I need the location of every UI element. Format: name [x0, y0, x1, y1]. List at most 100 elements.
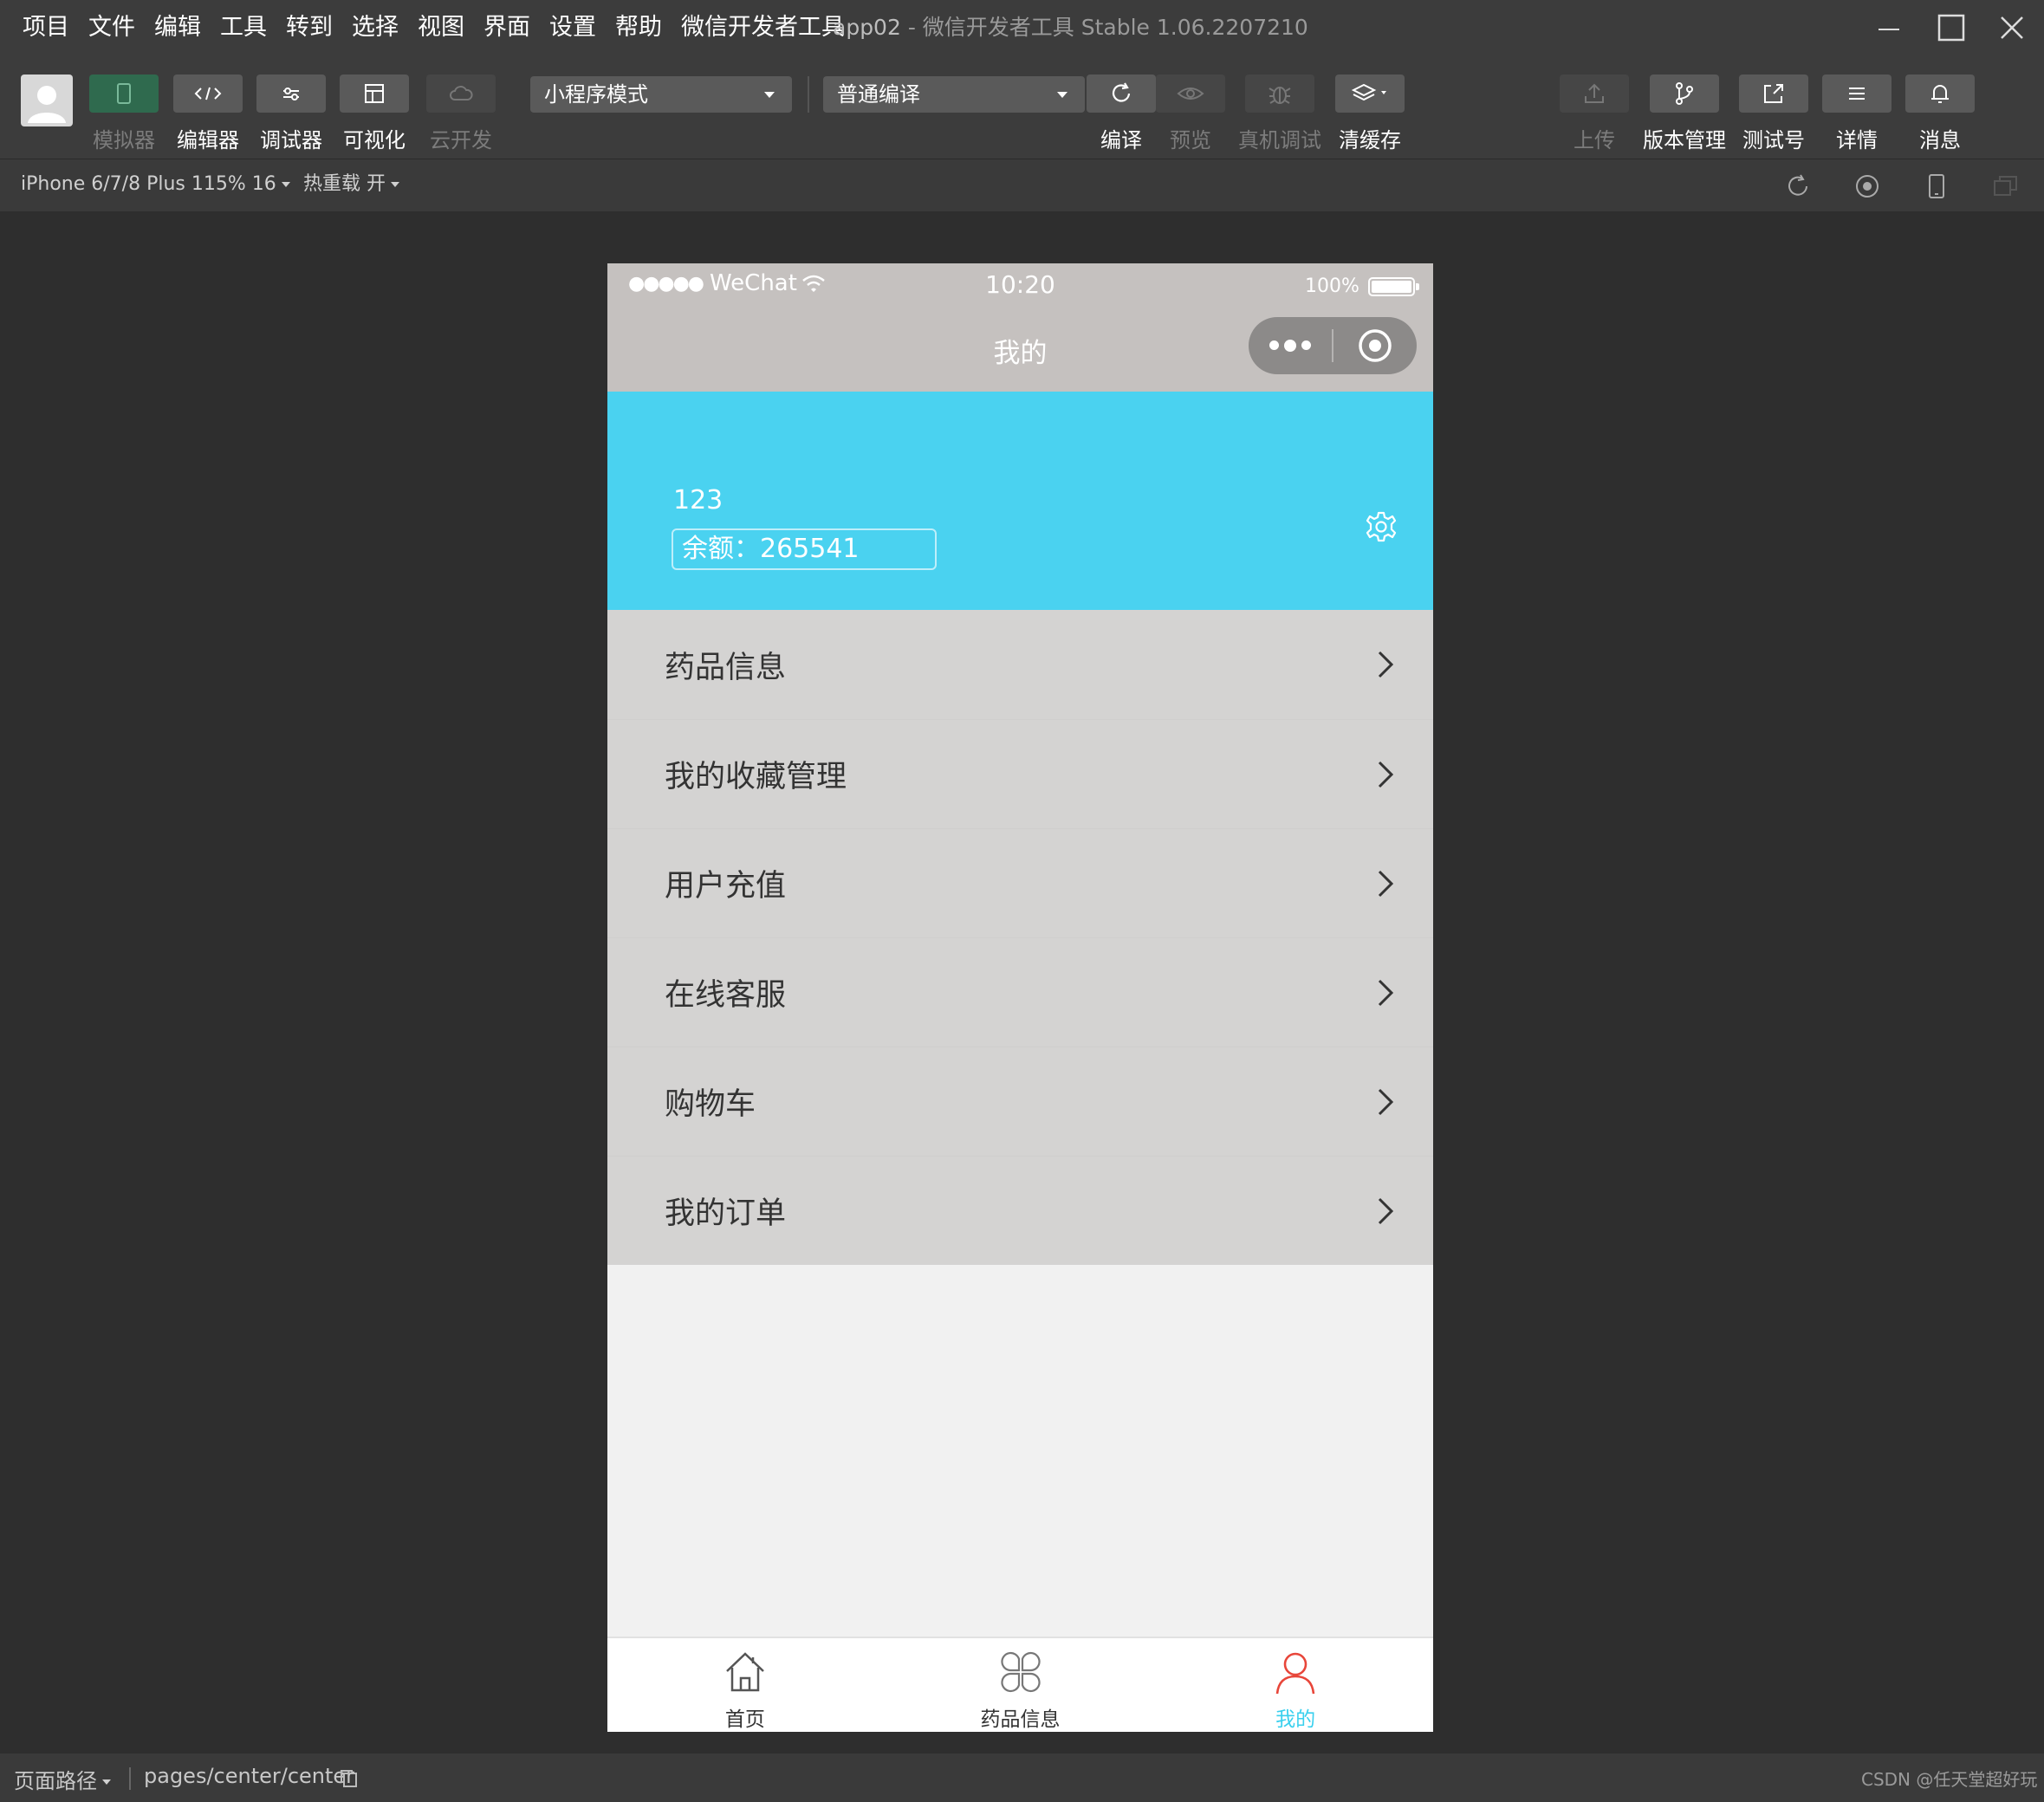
tab-label: 我的 [1275, 1708, 1316, 1731]
chevron-down-icon [764, 92, 775, 98]
capsule-menu [1249, 317, 1417, 374]
title-separator: - [900, 15, 923, 40]
clear-cache-tool[interactable]: 清缓存 [1335, 75, 1405, 153]
maximize-icon[interactable] [1934, 10, 1969, 45]
details-button[interactable] [1822, 75, 1892, 113]
cloud-label: 云开发 [430, 128, 492, 152]
menu-item-cart[interactable]: 购物车 [607, 1047, 1433, 1156]
branch-icon [1676, 82, 1693, 105]
clear-cache-button[interactable] [1335, 75, 1405, 113]
menu-tools[interactable]: 工具 [220, 12, 267, 43]
visual-tool[interactable]: 可视化 [340, 75, 409, 153]
copy-icon[interactable] [338, 1767, 360, 1790]
menu-item-favorites[interactable]: 我的收藏管理 [607, 719, 1433, 828]
messages-label: 消息 [1919, 128, 1961, 152]
code-icon [194, 87, 222, 100]
messages-button[interactable] [1905, 75, 1975, 113]
battery-icon [1368, 277, 1419, 296]
simulator-tool[interactable]: 模拟器 [89, 75, 159, 153]
bell-icon [1931, 85, 1949, 103]
menu-item-label: 我的收藏管理 [665, 760, 847, 794]
detach-window-icon[interactable] [1991, 172, 2021, 201]
version-tool[interactable]: 版本管理 [1643, 75, 1726, 153]
visual-button[interactable] [340, 75, 409, 113]
status-bar: ●●●●● WeChat 10:20 100% [607, 263, 1433, 308]
menu-settings[interactable]: 设置 [549, 12, 596, 43]
menu-edit[interactable]: 编辑 [154, 12, 201, 43]
toolbar: 模拟器 编辑器 调试器 可视化 云开发 小程序模式 普通编译 编译 预览 真机调… [0, 57, 2044, 159]
menu-interface[interactable]: 界面 [483, 12, 530, 43]
external-link-icon [1764, 84, 1783, 103]
menu-bar: 项目 文件 编辑 工具 转到 选择 视图 界面 设置 帮助 微信开发者工具 ap… [0, 0, 2044, 57]
menu-item-customer-service[interactable]: 在线客服 [607, 937, 1433, 1047]
tab-mine[interactable]: 我的 [1158, 1638, 1433, 1732]
details-tool[interactable]: 详情 [1822, 75, 1892, 153]
tab-home[interactable]: 首页 [607, 1638, 883, 1732]
record-icon[interactable] [1853, 172, 1882, 201]
mode-select[interactable]: 小程序模式 [530, 76, 792, 113]
phone-simulator: ●●●●● WeChat 10:20 100% 我的 123 余额：265541 [607, 263, 1433, 1732]
preview-button[interactable] [1156, 75, 1225, 113]
battery-percent: 100% [1305, 275, 1359, 297]
menu-file[interactable]: 文件 [88, 12, 135, 43]
menu-item-orders[interactable]: 我的订单 [607, 1156, 1433, 1265]
chevron-right-icon [1378, 870, 1394, 898]
upload-tool[interactable]: 上传 [1560, 75, 1629, 153]
menu-wechat-devtools[interactable]: 微信开发者工具 [681, 12, 845, 43]
preview-label: 预览 [1170, 128, 1211, 152]
close-miniprogram-icon[interactable] [1333, 327, 1417, 365]
menu-item-drug-info[interactable]: 药品信息 [607, 610, 1433, 719]
cloud-tool[interactable]: 云开发 [426, 75, 496, 153]
user-avatar[interactable] [21, 75, 73, 126]
debugger-button[interactable] [256, 75, 326, 113]
layout-icon [365, 84, 384, 103]
menu-items: 项目 文件 编辑 工具 转到 选择 视图 界面 设置 帮助 微信开发者工具 [23, 12, 864, 43]
tab-drug-info[interactable]: 药品信息 [883, 1638, 1158, 1732]
simulator-bar: iPhone 6/7/8 Plus 115% 16 热重载 开 [0, 159, 2044, 211]
device-select[interactable]: iPhone 6/7/8 Plus 115% 16 [21, 172, 290, 198]
menu-goto[interactable]: 转到 [286, 12, 333, 43]
remote-debug-tool[interactable]: 真机调试 [1238, 75, 1321, 153]
page-path-select[interactable]: 页面路径 [14, 1764, 111, 1794]
hot-reload-select[interactable]: 热重载 开 [303, 172, 399, 198]
preview-tool[interactable]: 预览 [1156, 75, 1225, 153]
upload-button[interactable] [1560, 75, 1629, 113]
project-name: app02 [833, 15, 901, 40]
menu-view[interactable]: 视图 [418, 12, 464, 43]
menu-project[interactable]: 项目 [23, 12, 69, 43]
chevron-down-icon [391, 182, 399, 187]
cloud-button[interactable] [426, 75, 496, 113]
menu-help[interactable]: 帮助 [615, 12, 662, 43]
app-title: 微信开发者工具 Stable 1.06.2207210 [922, 15, 1308, 40]
device-icon[interactable] [1922, 172, 1951, 201]
nav-bar: 我的 [607, 308, 1433, 392]
compile-button[interactable] [1087, 75, 1156, 113]
footer-divider [129, 1767, 131, 1790]
editor-tool[interactable]: 编辑器 [173, 75, 243, 153]
upload-icon [1585, 83, 1604, 103]
page-path: pages/center/center [144, 1764, 355, 1788]
gear-icon[interactable] [1364, 509, 1398, 544]
messages-tool[interactable]: 消息 [1905, 75, 1975, 153]
chevron-right-icon [1378, 1088, 1394, 1116]
minimize-icon[interactable] [1872, 10, 1906, 45]
simulator-button[interactable] [89, 75, 159, 113]
remote-debug-button[interactable] [1245, 75, 1314, 113]
rotate-icon[interactable] [1783, 172, 1813, 201]
menu-select[interactable]: 选择 [352, 12, 399, 43]
close-icon[interactable] [1995, 10, 2029, 45]
editor-button[interactable] [173, 75, 243, 113]
more-dots-icon[interactable] [1249, 339, 1332, 352]
balance-badge: 余额：265541 [672, 528, 937, 570]
menu-item-recharge[interactable]: 用户充值 [607, 828, 1433, 937]
version-button[interactable] [1650, 75, 1719, 113]
debugger-tool[interactable]: 调试器 [256, 75, 326, 153]
test-account-tool[interactable]: 测试号 [1739, 75, 1808, 153]
menu-item-label: 购物车 [665, 1087, 756, 1122]
compile-select[interactable]: 普通编译 [823, 76, 1085, 113]
watermark: CSDN @任天堂超好玩 [1861, 1769, 2038, 1790]
version-label: 版本管理 [1643, 128, 1726, 152]
test-account-button[interactable] [1739, 75, 1808, 113]
tab-label: 首页 [724, 1708, 765, 1731]
menu-item-label: 在线客服 [665, 978, 787, 1013]
